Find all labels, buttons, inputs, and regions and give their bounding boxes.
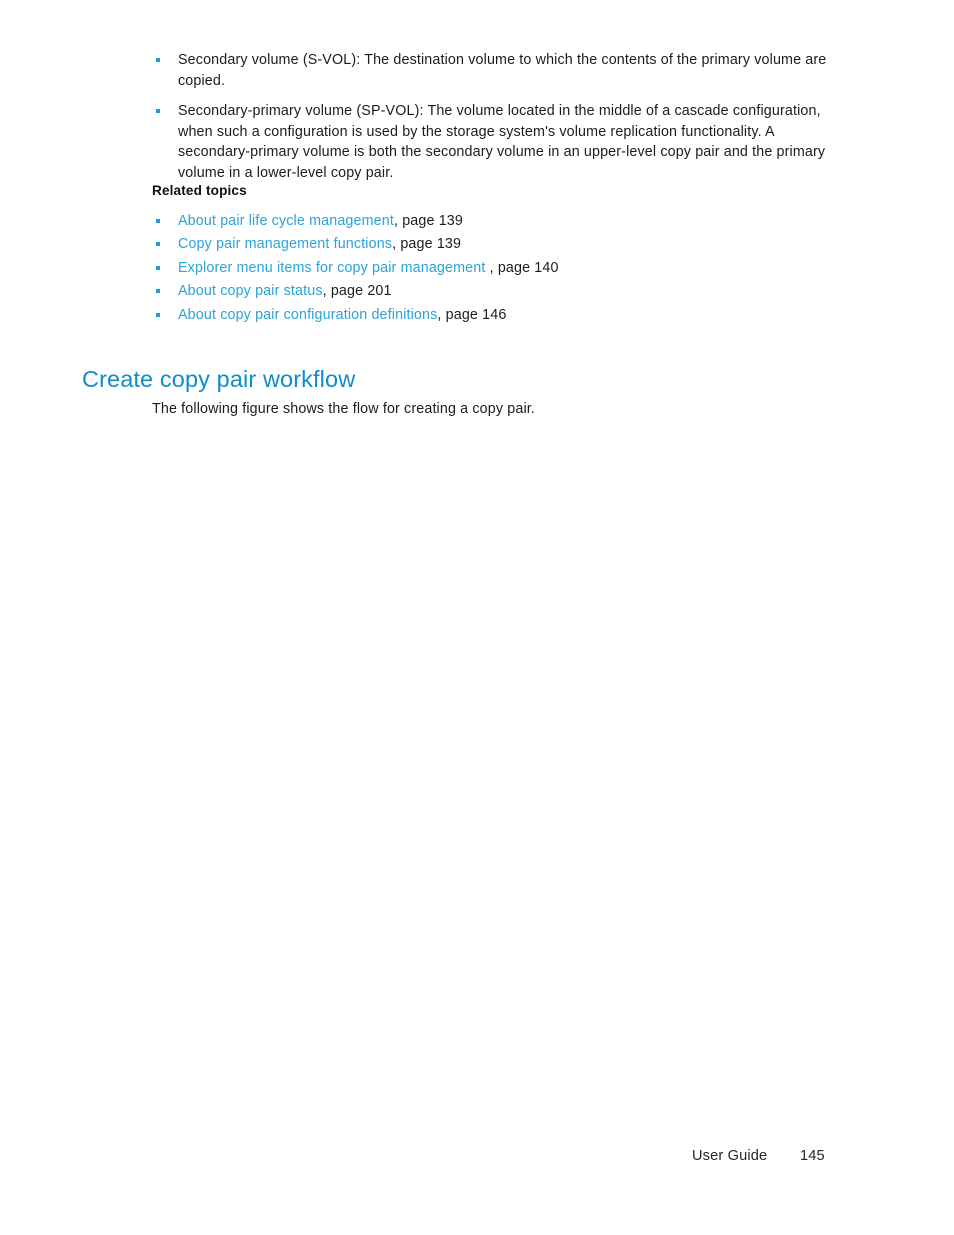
bullet-icon bbox=[156, 289, 160, 294]
bullet-icon bbox=[156, 219, 160, 223]
definition-list: Secondary volume (S-VOL): The destinatio… bbox=[152, 50, 834, 184]
list-item: Secondary-primary volume (SP-VOL): The v… bbox=[152, 101, 834, 183]
page-footer: User Guide 145 bbox=[0, 1144, 954, 1168]
xref-page-reference: , page 140 bbox=[485, 259, 559, 276]
xref-page-reference: , page 139 bbox=[393, 213, 463, 229]
section-intro-paragraph: The following figure shows the flow for … bbox=[152, 401, 536, 418]
bullet-icon bbox=[156, 109, 160, 114]
list-item: Copy pair management functions, page 139 bbox=[152, 232, 834, 255]
xref-page-reference: , page 139 bbox=[392, 236, 462, 253]
list-item: Secondary volume (S-VOL): The destinatio… bbox=[152, 50, 834, 91]
list-item: About copy pair status, page 201 bbox=[152, 279, 834, 302]
bullet-icon bbox=[156, 58, 160, 62]
list-item: Explorer menu items for copy pair manage… bbox=[152, 256, 834, 279]
xref-page-reference: , page 201 bbox=[322, 283, 392, 300]
section-heading-create-copy-pair-workflow: Create copy pair workflow bbox=[82, 365, 356, 392]
xref-link-explorer-menu-items-for-copy-pair-management[interactable]: Explorer menu items for copy pair manage… bbox=[178, 260, 485, 276]
related-topics-heading: Related topics bbox=[152, 183, 247, 198]
bullet-icon bbox=[156, 242, 160, 247]
figure-placeholder bbox=[152, 420, 834, 1110]
definition-text-spvol: Secondary-primary volume (SP-VOL): The v… bbox=[178, 103, 826, 181]
xref-link-about-pair-life-cycle-management[interactable]: About pair life cycle management bbox=[178, 213, 394, 229]
list-item: About pair life cycle management, page 1… bbox=[152, 209, 834, 232]
definition-text-svol: Secondary volume (S-VOL): The destinatio… bbox=[178, 52, 827, 89]
xref-link-copy-pair-management-functions[interactable]: Copy pair management functions bbox=[178, 236, 392, 252]
bullet-icon bbox=[156, 265, 160, 270]
related-topics-section: Related topics About pair life cycle man… bbox=[152, 182, 834, 326]
bullet-icon bbox=[156, 312, 160, 317]
xref-page-reference: , page 146 bbox=[437, 306, 507, 323]
document-page: Secondary volume (S-VOL): The destinatio… bbox=[0, 0, 954, 1235]
footer-document-title: User Guide bbox=[692, 1148, 768, 1164]
xref-link-about-copy-pair-status[interactable]: About copy pair status bbox=[178, 283, 323, 299]
xref-link-about-copy-pair-configuration-definitions[interactable]: About copy pair configuration definition… bbox=[178, 307, 437, 323]
list-item: About copy pair configuration definition… bbox=[152, 303, 834, 326]
footer-page-number: 145 bbox=[800, 1148, 825, 1164]
